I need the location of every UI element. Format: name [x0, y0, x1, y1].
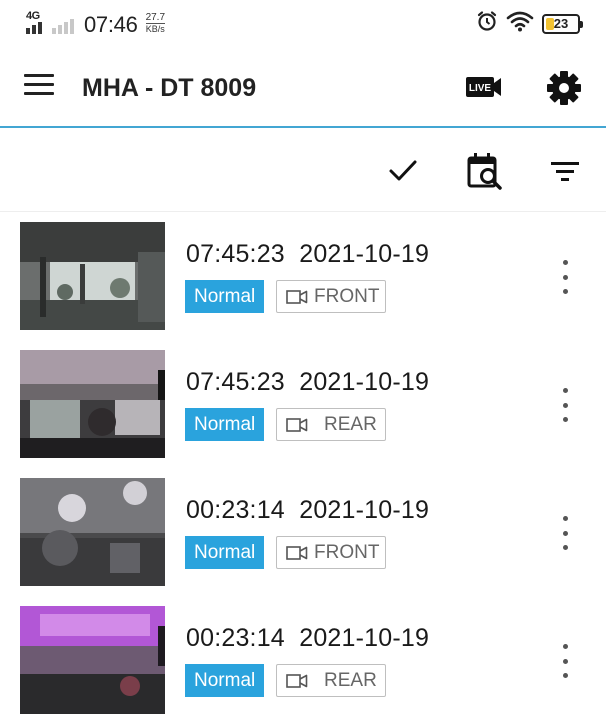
- toolbar: [0, 130, 606, 212]
- live-camera-icon[interactable]: LIVE: [466, 74, 502, 100]
- recording-datetime: 07:45:23 2021-10-19: [186, 368, 429, 397]
- network-speed: 27.7 KB/s: [145, 12, 166, 34]
- recording-datetime: 07:45:23 2021-10-19: [186, 240, 429, 269]
- more-vertical-icon[interactable]: [556, 644, 574, 678]
- more-vertical-icon[interactable]: [556, 388, 574, 422]
- app-bar: MHA - DT 8009 LIVE: [0, 48, 606, 128]
- camera-label: FRONT: [314, 285, 380, 307]
- video-thumbnail[interactable]: [20, 478, 165, 586]
- battery-fill: [546, 17, 554, 30]
- camera-badge: FRONT: [276, 280, 386, 313]
- more-vertical-icon[interactable]: [556, 516, 574, 550]
- filter-icon[interactable]: [546, 152, 584, 190]
- network-speed-value: 27.7: [145, 12, 166, 23]
- video-thumbnail[interactable]: [20, 606, 165, 714]
- recording-time: 00:23:14: [186, 624, 285, 652]
- status-badge: Normal: [185, 280, 265, 313]
- list-item[interactable]: 07:45:23 2021-10-19 Normal REAR: [0, 340, 606, 468]
- camera-badge: FRONT: [276, 536, 386, 569]
- camera-badge: REAR: [276, 664, 386, 697]
- more-vertical-icon[interactable]: [556, 260, 574, 294]
- status-time: 07:46: [84, 12, 138, 37]
- list-item[interactable]: 00:23:14 2021-10-19 Normal FRONT: [0, 468, 606, 596]
- recording-datetime: 00:23:14 2021-10-19: [186, 624, 429, 653]
- recording-date: 2021-10-19: [299, 368, 430, 396]
- list-item[interactable]: 00:23:14 2021-10-19 Normal REAR: [0, 596, 606, 720]
- recording-datetime: 00:23:14 2021-10-19: [186, 496, 429, 525]
- battery-percent: 23: [553, 16, 569, 31]
- recording-date: 2021-10-19: [299, 496, 430, 524]
- status-bar: 4G 07:46 27.7 KB/s 23: [0, 0, 606, 48]
- live-label: LIVE: [469, 83, 492, 94]
- network-type-label: 4G: [26, 10, 40, 22]
- status-badge: Normal: [185, 664, 265, 697]
- gear-icon[interactable]: [546, 70, 582, 106]
- status-badge: Normal: [185, 408, 265, 441]
- network-speed-unit: KB/s: [145, 23, 166, 34]
- recording-time: 00:23:14: [186, 496, 285, 524]
- calendar-search-icon[interactable]: [466, 152, 504, 190]
- video-camera-icon: [286, 289, 308, 304]
- check-icon[interactable]: [384, 152, 422, 190]
- wifi-icon: [506, 10, 534, 37]
- alarm-icon: [476, 10, 498, 37]
- video-thumbnail[interactable]: [20, 350, 165, 458]
- recording-date: 2021-10-19: [299, 624, 430, 652]
- camera-badge: REAR: [276, 408, 386, 441]
- list-item[interactable]: 07:45:23 2021-10-19 Normal FRONT: [0, 212, 606, 340]
- recording-time: 07:45:23: [186, 240, 285, 268]
- battery-icon: 23: [542, 13, 583, 34]
- camera-label: FRONT: [314, 541, 380, 563]
- page-title: MHA - DT 8009: [82, 74, 257, 102]
- signal-icon: 4G: [26, 10, 78, 36]
- menu-icon[interactable]: [24, 74, 56, 100]
- recording-date: 2021-10-19: [299, 240, 430, 268]
- status-badge: Normal: [185, 536, 265, 569]
- camera-label: REAR: [324, 413, 377, 435]
- recording-list: 07:45:23 2021-10-19 Normal FRONT 07:45:2…: [0, 212, 606, 720]
- video-camera-icon: [286, 545, 308, 560]
- recording-time: 07:45:23: [186, 368, 285, 396]
- video-camera-icon: [286, 417, 308, 432]
- camera-label: REAR: [324, 669, 377, 691]
- video-thumbnail[interactable]: [20, 222, 165, 330]
- video-camera-icon: [286, 673, 308, 688]
